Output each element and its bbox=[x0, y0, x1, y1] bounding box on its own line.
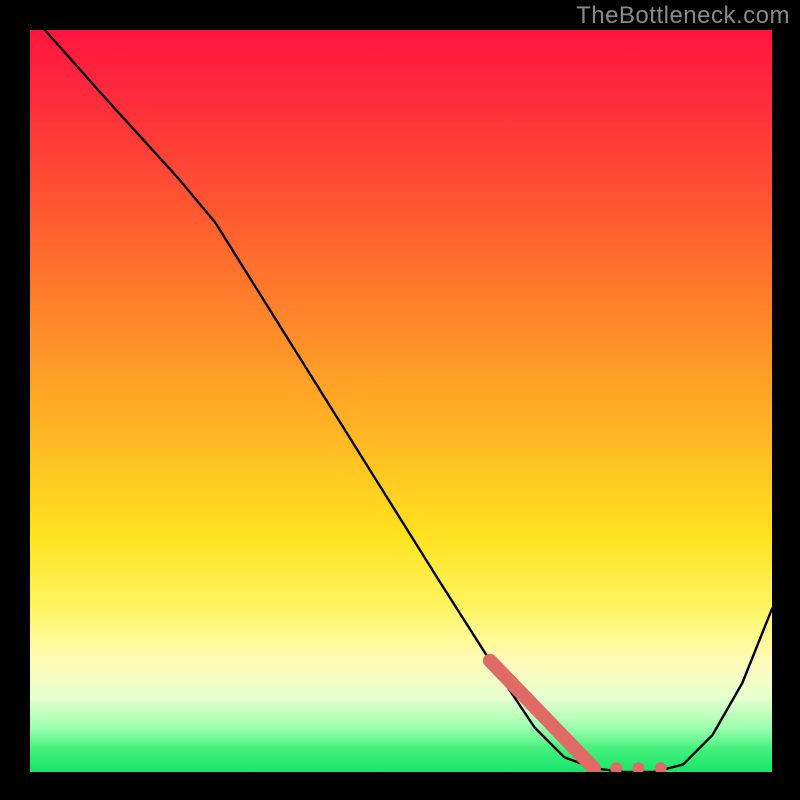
chart-frame: TheBottleneck.com bbox=[0, 0, 800, 800]
highlight-dot bbox=[610, 762, 622, 772]
watermark-text: TheBottleneck.com bbox=[576, 2, 790, 30]
highlight-dots bbox=[610, 762, 667, 772]
chart-overlay bbox=[30, 30, 772, 772]
highlight-segment bbox=[490, 661, 594, 769]
curve-line bbox=[45, 30, 772, 772]
highlight-dot bbox=[655, 762, 667, 772]
highlight-dot bbox=[632, 762, 644, 772]
